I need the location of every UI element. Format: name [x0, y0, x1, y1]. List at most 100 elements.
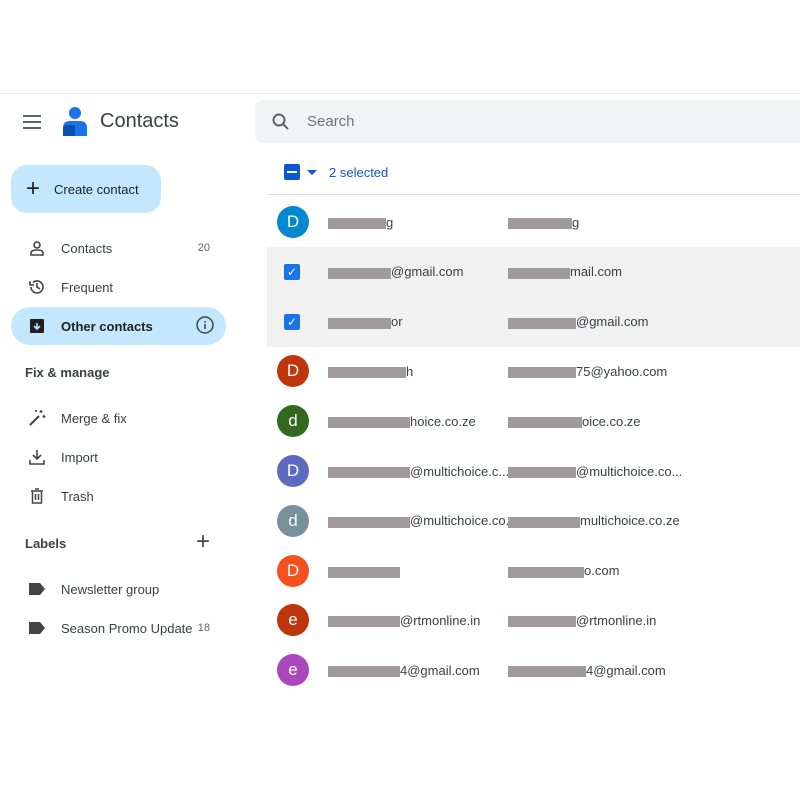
sidebar-item-trash[interactable]: Trash — [11, 477, 226, 515]
avatar: D — [277, 554, 309, 587]
contact-row[interactable]: Dg g — [267, 197, 800, 247]
email-text: 75@yahoo.com — [576, 363, 668, 379]
contact-row[interactable]: e 4@gmail.com 4@gmail.com — [267, 645, 800, 695]
header-divider — [267, 194, 800, 195]
contact-row[interactable]: Dh 75@yahoo.com — [267, 346, 800, 396]
info-icon[interactable] — [196, 315, 214, 337]
search-input[interactable]: Search — [255, 100, 800, 143]
redaction — [508, 367, 576, 379]
redaction — [328, 666, 400, 678]
redaction — [508, 218, 572, 229]
hamburger-icon[interactable] — [23, 115, 41, 129]
sidebar-item-label: Contacts — [61, 240, 113, 256]
email-text: 4@gmail.com — [586, 662, 666, 678]
contact-email: mail.com — [508, 264, 622, 279]
select-all-checkbox[interactable] — [284, 164, 300, 180]
search-placeholder: Search — [307, 113, 355, 130]
avatar: e — [277, 604, 309, 637]
avatar: d — [277, 405, 309, 438]
history-icon — [27, 277, 47, 297]
email-text: @rtmonline.in — [576, 612, 657, 628]
contact-name — [328, 564, 400, 578]
add-label-icon[interactable]: + — [196, 530, 210, 554]
contact-row[interactable]: e @rtmonline.in @rtmonline.in — [267, 595, 800, 645]
contact-row[interactable]: d hoice.co.ze oice.co.ze — [267, 396, 800, 446]
redaction — [508, 566, 584, 578]
sidebar-item-import[interactable]: Import — [11, 438, 226, 476]
avatar: D — [277, 206, 309, 238]
sidebar-item-label: Frequent — [61, 279, 114, 295]
email-text: g — [572, 214, 580, 230]
contact-email: @multichoice.co... — [508, 464, 682, 479]
contact-name: h — [328, 364, 413, 379]
contact-email: @gmail.com — [508, 314, 648, 329]
redaction — [508, 666, 586, 678]
redaction — [328, 566, 400, 578]
sidebar-item-contacts[interactable]: Contacts 20 — [11, 229, 226, 267]
redaction — [328, 616, 400, 628]
contact-email: o.com — [508, 563, 619, 578]
sidebar-item-merge-fix[interactable]: Merge & fix — [11, 399, 226, 437]
contact-name: hoice.co.ze — [328, 414, 476, 429]
sidebar-item-label: Trash — [61, 488, 94, 504]
contact-email: oice.co.ze — [508, 414, 641, 429]
sidebar-item-label: Import — [61, 449, 98, 465]
sidebar-item-label: Season Promo Update — [61, 620, 193, 636]
avatar: D — [277, 355, 309, 388]
label-season-promo-update[interactable]: Season Promo Update 18 — [11, 609, 226, 647]
name-text: @multichoice.c... — [410, 463, 510, 479]
redaction — [508, 516, 580, 528]
contact-row[interactable]: d @multichoice.co.... multichoice.co.ze — [267, 496, 800, 546]
labels-heading: Labels — [25, 536, 67, 551]
download-icon — [27, 447, 47, 467]
label-newsletter-group[interactable]: Newsletter group — [11, 570, 226, 608]
contact-row[interactable]: Do.com — [267, 546, 800, 596]
contact-name: @multichoice.co.... — [328, 513, 520, 528]
magic-wand-icon — [27, 408, 47, 428]
sidebar-item-label: Newsletter group — [61, 581, 160, 597]
search-icon — [272, 113, 289, 130]
redaction — [508, 317, 576, 329]
redaction — [328, 367, 406, 379]
contacts-logo-icon — [63, 107, 87, 136]
contacts-count: 20 — [197, 242, 210, 254]
email-text: multichoice.co.ze — [580, 513, 680, 529]
plus-icon: + — [26, 175, 41, 202]
create-contact-button[interactable]: + Create contact — [11, 165, 161, 213]
contact-row[interactable]: ✓ or @gmail.com — [267, 296, 800, 347]
contact-name: or — [328, 314, 403, 329]
fix-manage-heading: Fix & manage — [25, 365, 110, 380]
redaction — [508, 616, 576, 628]
sidebar-item-frequent[interactable]: Frequent — [11, 268, 226, 306]
row-checkbox[interactable]: ✓ — [284, 313, 300, 330]
sidebar-item-other-contacts[interactable]: Other contacts — [11, 307, 226, 345]
contact-name: @gmail.com — [328, 264, 463, 279]
selection-dropdown-icon[interactable] — [307, 170, 317, 175]
contact-email: g — [508, 215, 579, 230]
create-contact-label: Create contact — [54, 181, 139, 197]
name-text: @gmail.com — [391, 264, 464, 280]
name-text: @multichoice.co.... — [410, 513, 521, 529]
name-text: @rtmonline.in — [400, 612, 481, 628]
selected-count: 2 selected — [329, 165, 389, 180]
contact-name: g — [328, 215, 393, 230]
contact-name: @multichoice.c... — [328, 464, 509, 479]
label-icon — [27, 618, 47, 638]
name-text: h — [406, 363, 414, 379]
row-checkbox[interactable]: ✓ — [284, 263, 300, 280]
contact-email: @rtmonline.in — [508, 613, 656, 628]
email-text: oice.co.ze — [582, 413, 641, 429]
contact-row[interactable]: D @multichoice.c... @multichoice.co... — [267, 446, 800, 496]
avatar: D — [277, 455, 309, 487]
contact-name: 4@gmail.com — [328, 663, 480, 678]
archive-download-icon — [27, 316, 47, 336]
label-count: 18 — [197, 622, 210, 634]
top-divider — [0, 93, 800, 94]
avatar: e — [277, 654, 309, 687]
contact-row[interactable]: ✓ @gmail.com mail.com — [267, 246, 800, 297]
email-text: @multichoice.co... — [576, 463, 683, 479]
email-text: @gmail.com — [576, 314, 649, 330]
contact-email: 75@yahoo.com — [508, 364, 667, 379]
redaction — [328, 417, 410, 429]
name-text: g — [386, 214, 394, 230]
